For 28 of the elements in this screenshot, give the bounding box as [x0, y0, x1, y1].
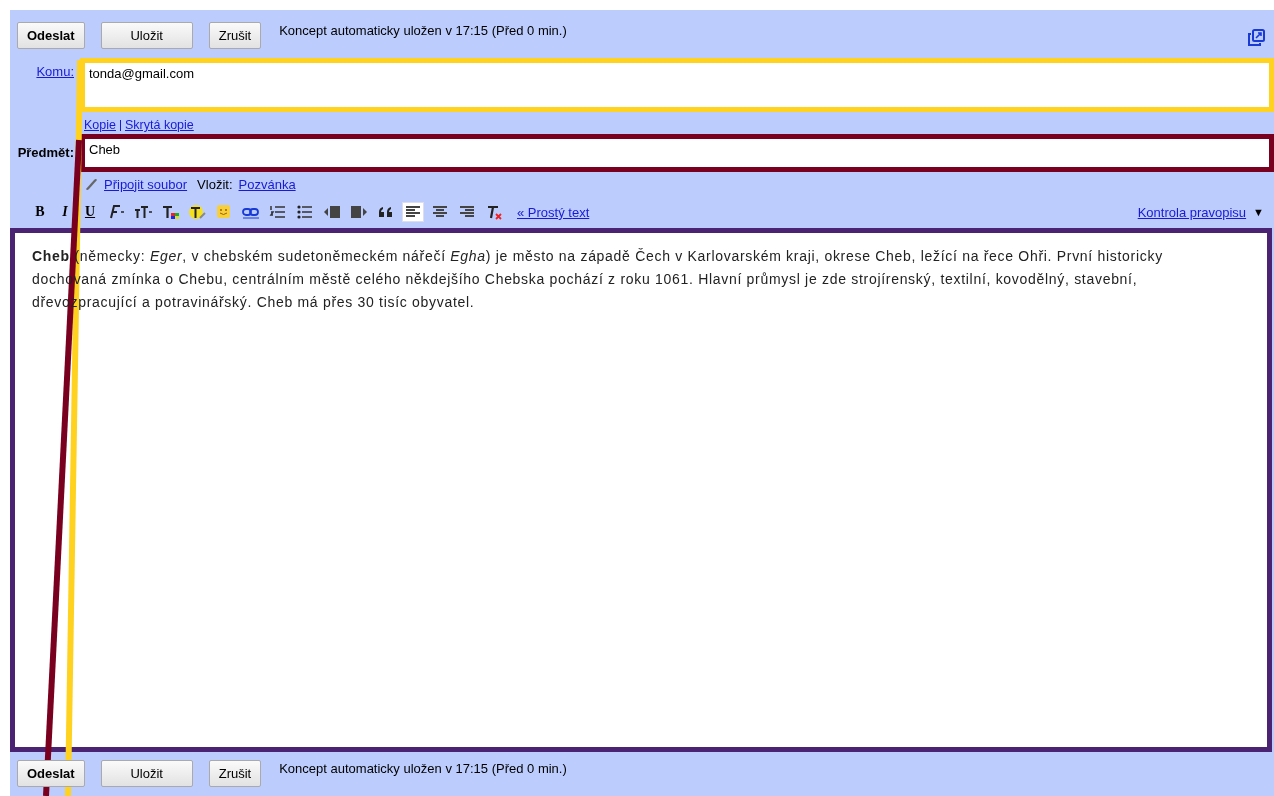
action-button[interactable]: Zrušit — [208, 759, 262, 787]
action-button[interactable]: Uložit — [100, 759, 193, 787]
draft-status: Koncept automaticky uložen v 17:15 (Před 0 min.) — [279, 22, 567, 38]
align-left-icon[interactable] — [403, 203, 423, 222]
subject-field[interactable]: Cheb — [80, 133, 1274, 172]
format-button[interactable]: U — [81, 204, 99, 221]
format-button[interactable]: I — [56, 204, 74, 221]
invite-link[interactable]: Pozvánka — [238, 176, 296, 192]
action-button[interactable]: Odeslat — [17, 759, 85, 787]
action-button[interactable]: Odeslat — [17, 22, 85, 49]
cc-link[interactable]: Kopie — [84, 118, 116, 133]
highlight-icon[interactable] — [187, 203, 207, 222]
message-body[interactable] — [10, 228, 1272, 752]
format-button[interactable]: B — [31, 204, 49, 221]
color-icon[interactable] — [160, 203, 180, 222]
action-button[interactable]: Uložit — [100, 22, 193, 49]
popout-icon[interactable] — [1246, 28, 1266, 48]
subject-label: Předmět: — [16, 145, 75, 161]
to-field[interactable]: tonda@gmail.com — [80, 58, 1274, 113]
to-link[interactable]: Komu: — [10, 58, 80, 80]
attach-link[interactable]: Připojit soubor — [104, 176, 188, 192]
insert-label: Vložit: — [197, 176, 233, 192]
draft-status: Koncept automaticky uložen v 17:15 (Před 0 min.) — [279, 759, 567, 776]
action-button[interactable]: Zrušit — [208, 22, 262, 49]
cc-link[interactable]: Skrytá kopie — [125, 118, 194, 133]
caret-icon[interactable]: ▼ — [1253, 206, 1264, 219]
spellcheck-link[interactable]: Kontrola pravopisu — [1137, 204, 1247, 220]
plain-text-link[interactable]: « Prostý text — [517, 204, 590, 220]
